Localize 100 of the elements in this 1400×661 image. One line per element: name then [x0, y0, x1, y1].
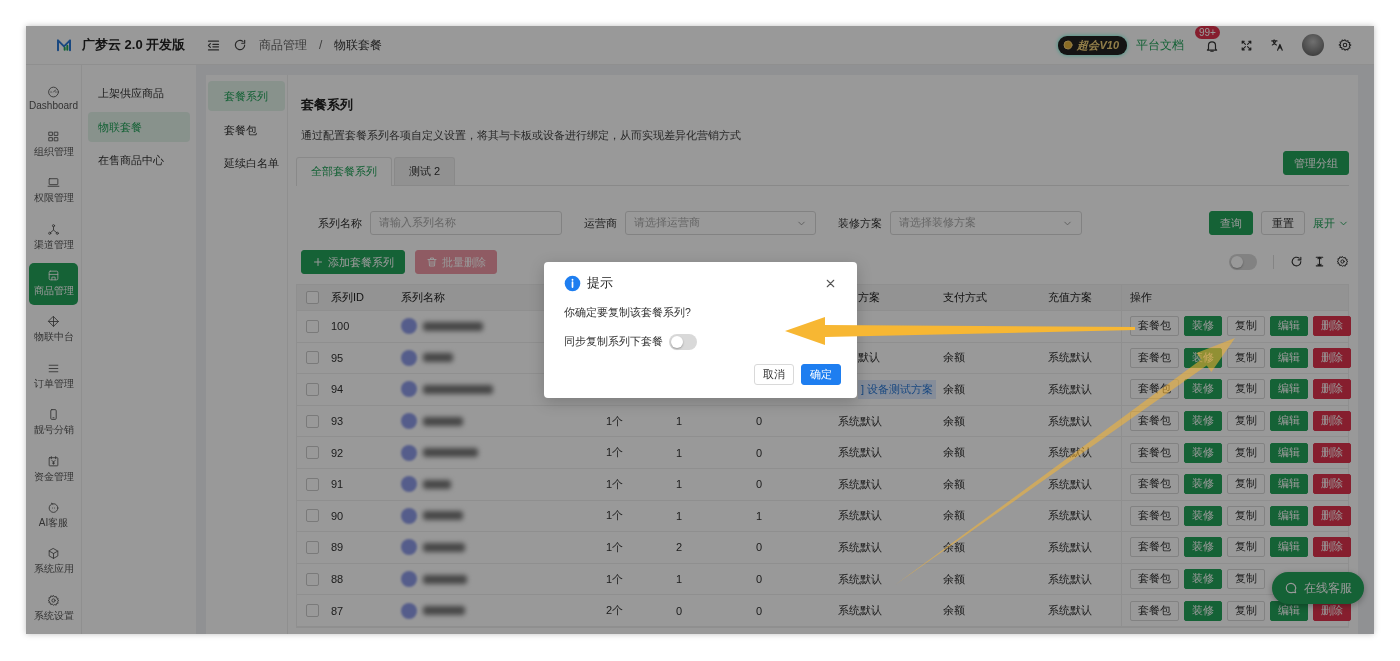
docs-link[interactable]: 平台文档: [1136, 36, 1184, 54]
breadcrumb-link[interactable]: 物联套餐: [334, 36, 383, 54]
action-button[interactable]: 套餐包: [1130, 505, 1179, 526]
submenu-item[interactable]: 上架供应商品: [88, 78, 190, 108]
submenu-item[interactable]: 在售商品中心: [88, 145, 190, 175]
action-button[interactable]: 编辑: [1270, 442, 1308, 463]
checkbox[interactable]: [306, 319, 319, 333]
action-button[interactable]: 装修: [1184, 379, 1222, 400]
action-button[interactable]: 装修: [1184, 316, 1222, 337]
nav-item[interactable]: 组织管理: [29, 123, 78, 166]
delete-button[interactable]: 删除: [1313, 411, 1351, 432]
action-button[interactable]: 复制: [1227, 316, 1265, 337]
section-tab[interactable]: 套餐系列: [208, 81, 285, 111]
action-button[interactable]: 套餐包: [1130, 537, 1179, 558]
action-button[interactable]: 装修: [1184, 600, 1222, 621]
checkbox[interactable]: [306, 414, 319, 428]
nav-item[interactable]: 资金管理: [29, 448, 78, 491]
translate-icon[interactable]: [1270, 38, 1284, 52]
nav-item[interactable]: AI客服: [29, 494, 78, 537]
delete-button[interactable]: 删除: [1313, 379, 1351, 400]
settings-icon[interactable]: [1338, 38, 1352, 52]
fullscreen-icon[interactable]: [1240, 38, 1253, 52]
toggle-switch[interactable]: [669, 334, 697, 350]
checkbox[interactable]: [306, 383, 319, 396]
checkbox[interactable]: [306, 540, 319, 554]
action-button[interactable]: 复制: [1227, 600, 1265, 621]
nav-item[interactable]: Dashboard: [29, 77, 78, 119]
menu-fold-icon[interactable]: [206, 37, 221, 53]
action-button[interactable]: 编辑: [1270, 379, 1308, 400]
checkbox[interactable]: [306, 351, 319, 365]
action-button[interactable]: 编辑: [1270, 347, 1308, 368]
action-button[interactable]: 复制: [1227, 569, 1265, 590]
reset-button[interactable]: 重置: [1261, 211, 1305, 235]
action-button[interactable]: 复制: [1227, 474, 1265, 495]
avatar[interactable]: [1302, 34, 1324, 56]
action-button[interactable]: 套餐包: [1130, 474, 1179, 495]
action-button[interactable]: 套餐包: [1130, 347, 1179, 368]
bell-icon[interactable]: [1205, 39, 1219, 53]
delete-button[interactable]: 删除: [1313, 474, 1351, 495]
confirm-button[interactable]: 确定: [801, 364, 841, 385]
refresh-icon[interactable]: [1290, 255, 1303, 268]
toggle-switch[interactable]: [1229, 253, 1257, 270]
action-button[interactable]: 编辑: [1270, 537, 1308, 558]
action-button[interactable]: 复制: [1227, 379, 1265, 400]
nav-item[interactable]: 商品管理: [29, 262, 78, 305]
action-button[interactable]: 套餐包: [1130, 316, 1179, 337]
section-tab[interactable]: 套餐包: [208, 114, 285, 145]
action-button[interactable]: 套餐包: [1130, 442, 1179, 463]
action-button[interactable]: 套餐包: [1130, 411, 1179, 432]
delete-button[interactable]: 删除: [1313, 505, 1351, 526]
action-button[interactable]: 装修: [1184, 474, 1222, 495]
manage-groups-button[interactable]: 管理分组: [1283, 151, 1349, 175]
action-button[interactable]: 复制: [1227, 537, 1265, 558]
tab[interactable]: 测试 2: [394, 157, 456, 185]
row-height-icon[interactable]: [1313, 255, 1326, 268]
breadcrumb-link[interactable]: 商品管理: [259, 36, 307, 54]
settings-icon[interactable]: [1336, 255, 1349, 268]
nav-item[interactable]: 渠道管理: [29, 216, 78, 259]
delete-button[interactable]: 删除: [1313, 537, 1351, 558]
nav-item[interactable]: 靓号分销: [29, 401, 78, 444]
action-button[interactable]: 编辑: [1270, 505, 1308, 526]
nav-item[interactable]: 系统设置: [29, 587, 78, 630]
action-button[interactable]: 复制: [1227, 505, 1265, 526]
action-button[interactable]: 复制: [1227, 442, 1265, 463]
table-cell: 系统默认: [1048, 539, 1092, 555]
action-button[interactable]: 复制: [1227, 411, 1265, 432]
submenu-item[interactable]: 物联套餐: [88, 111, 190, 142]
checkbox[interactable]: [306, 572, 319, 586]
checkbox[interactable]: [306, 477, 319, 491]
refresh-icon[interactable]: [233, 38, 247, 52]
delete-button[interactable]: 删除: [1313, 347, 1351, 368]
action-button[interactable]: 编辑: [1270, 316, 1308, 337]
action-button[interactable]: 套餐包: [1130, 569, 1179, 590]
cancel-button[interactable]: 取消: [754, 364, 794, 385]
checkbox[interactable]: [306, 291, 319, 304]
nav-item[interactable]: 系统应用: [29, 540, 78, 583]
online-service-button[interactable]: 在线客服: [1272, 572, 1364, 604]
action-button[interactable]: 装修: [1184, 442, 1222, 463]
nav-item[interactable]: 物联中台: [29, 308, 78, 351]
action-button[interactable]: 装修: [1184, 569, 1222, 590]
nav-item[interactable]: 订单管理: [29, 355, 78, 398]
query-button[interactable]: 查询: [1209, 211, 1253, 235]
action-button[interactable]: 编辑: [1270, 411, 1308, 432]
action-button[interactable]: 套餐包: [1130, 379, 1179, 400]
delete-button[interactable]: 删除: [1313, 316, 1351, 337]
section-tab[interactable]: 延续白名单: [208, 148, 285, 178]
tab[interactable]: 全部套餐系列: [296, 157, 392, 186]
checkbox[interactable]: [306, 509, 319, 523]
action-button[interactable]: 装修: [1184, 537, 1222, 558]
checkbox[interactable]: [306, 604, 319, 618]
expand-link[interactable]: 展开: [1313, 215, 1349, 231]
add-series-button[interactable]: 添加套餐系列: [301, 249, 405, 274]
action-button[interactable]: 套餐包: [1130, 600, 1179, 621]
action-button[interactable]: 装修: [1184, 411, 1222, 432]
action-button[interactable]: 装修: [1184, 505, 1222, 526]
checkbox[interactable]: [306, 446, 319, 460]
action-button[interactable]: 复制: [1227, 347, 1265, 368]
delete-button[interactable]: 删除: [1313, 442, 1351, 463]
action-button[interactable]: 编辑: [1270, 474, 1308, 495]
nav-item[interactable]: 权限管理: [29, 169, 78, 212]
